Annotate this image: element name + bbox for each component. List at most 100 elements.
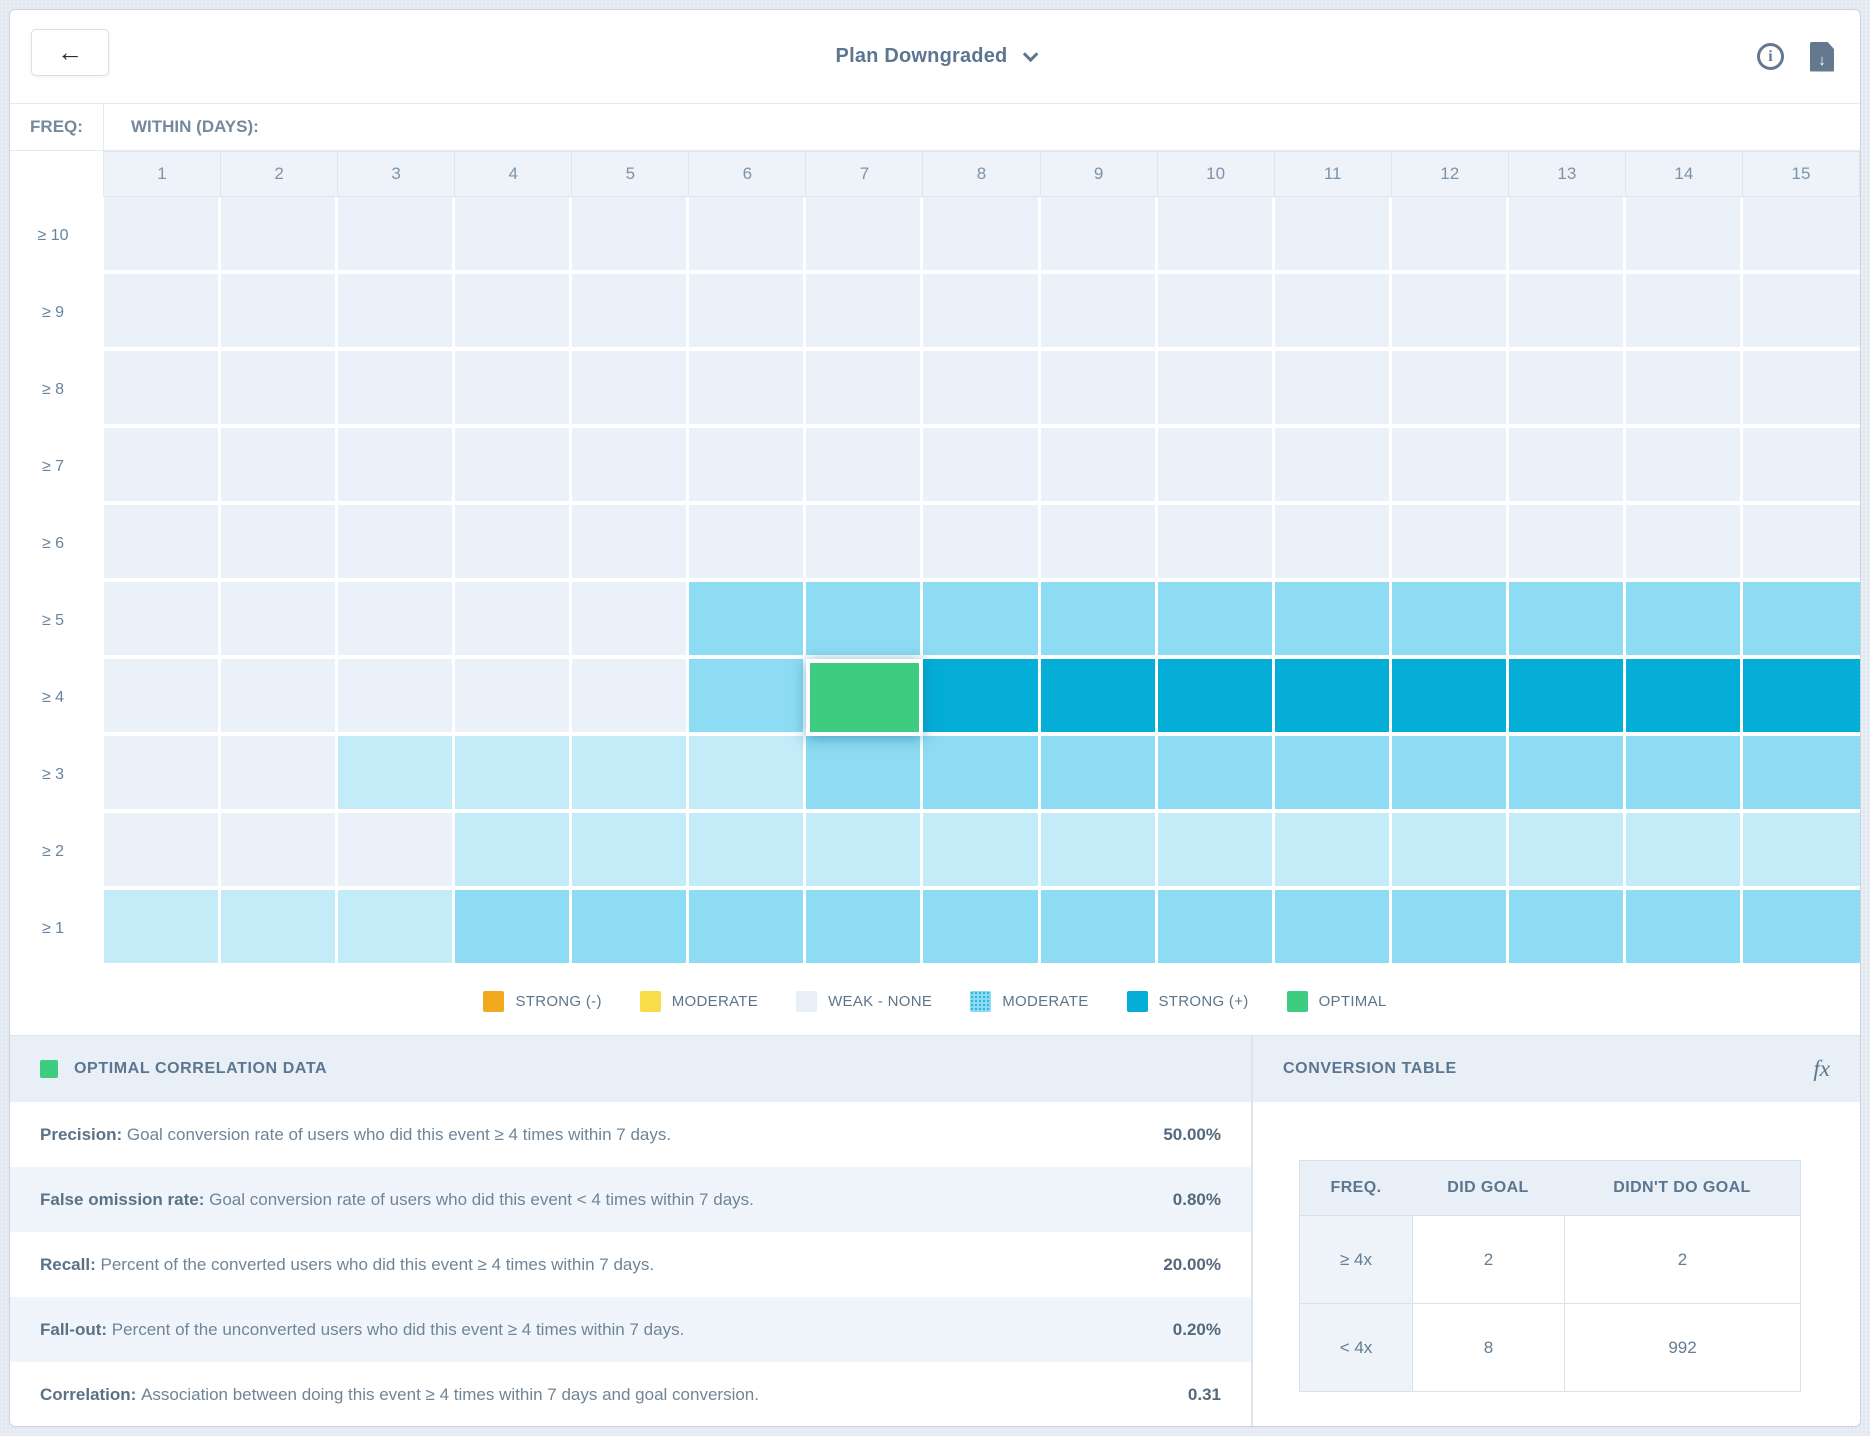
heatmap-cell[interactable] <box>689 736 806 813</box>
heatmap-cell[interactable] <box>806 197 923 274</box>
heatmap-cell[interactable] <box>1158 813 1275 890</box>
heatmap-cell[interactable] <box>455 274 572 351</box>
heatmap-cell[interactable] <box>455 582 572 659</box>
heatmap-cell[interactable] <box>338 351 455 428</box>
heatmap-cell[interactable] <box>923 813 1040 890</box>
heatmap-cell[interactable] <box>455 890 572 967</box>
heatmap-cell[interactable] <box>1275 890 1392 967</box>
heatmap-cell[interactable] <box>104 274 221 351</box>
heatmap-cell[interactable] <box>689 813 806 890</box>
heatmap-cell[interactable] <box>1626 428 1743 505</box>
heatmap-cell[interactable] <box>1509 582 1626 659</box>
heatmap-cell[interactable] <box>1275 197 1392 274</box>
heatmap-cell[interactable] <box>1626 813 1743 890</box>
heatmap-cell[interactable] <box>104 197 221 274</box>
heatmap-cell[interactable] <box>1041 351 1158 428</box>
heatmap-cell[interactable] <box>1626 736 1743 813</box>
heatmap-cell[interactable] <box>1392 274 1509 351</box>
heatmap-cell[interactable] <box>338 890 455 967</box>
heatmap-cell[interactable] <box>572 505 689 582</box>
heatmap-cell[interactable] <box>1743 582 1860 659</box>
heatmap-cell[interactable] <box>221 813 338 890</box>
heatmap-cell[interactable] <box>1392 351 1509 428</box>
heatmap-cell[interactable] <box>1509 197 1626 274</box>
heatmap-cell[interactable] <box>455 351 572 428</box>
heatmap-cell[interactable] <box>221 736 338 813</box>
heatmap-cell[interactable] <box>1509 659 1626 736</box>
heatmap-cell[interactable] <box>104 582 221 659</box>
heatmap-cell[interactable] <box>1626 582 1743 659</box>
heatmap-cell[interactable] <box>1041 736 1158 813</box>
heatmap-cell[interactable] <box>1392 197 1509 274</box>
heatmap-cell[interactable] <box>221 890 338 967</box>
heatmap-cell[interactable] <box>923 274 1040 351</box>
heatmap-cell[interactable] <box>1158 736 1275 813</box>
heatmap-cell[interactable] <box>1275 813 1392 890</box>
heatmap-cell[interactable] <box>806 736 923 813</box>
heatmap-cell[interactable] <box>1275 274 1392 351</box>
heatmap-cell[interactable] <box>923 197 1040 274</box>
heatmap-cell[interactable] <box>455 505 572 582</box>
heatmap-cell[interactable] <box>338 736 455 813</box>
heatmap-cell[interactable] <box>1743 197 1860 274</box>
heatmap-cell[interactable] <box>338 659 455 736</box>
heatmap-cell[interactable] <box>1509 813 1626 890</box>
heatmap-cell[interactable] <box>104 659 221 736</box>
heatmap-cell[interactable] <box>1158 274 1275 351</box>
heatmap-cell[interactable] <box>923 736 1040 813</box>
heatmap-cell[interactable] <box>104 351 221 428</box>
heatmap-cell[interactable] <box>1392 813 1509 890</box>
heatmap-cell[interactable] <box>923 351 1040 428</box>
heatmap-cell[interactable] <box>689 582 806 659</box>
heatmap-cell[interactable] <box>455 736 572 813</box>
heatmap-cell[interactable] <box>1392 890 1509 967</box>
heatmap-cell[interactable] <box>1626 505 1743 582</box>
info-icon[interactable]: i <box>1757 43 1784 70</box>
heatmap-cell[interactable] <box>1041 274 1158 351</box>
heatmap-cell[interactable] <box>689 351 806 428</box>
heatmap-cell[interactable] <box>806 890 923 967</box>
heatmap-cell[interactable] <box>1275 351 1392 428</box>
heatmap-cell[interactable] <box>1509 428 1626 505</box>
optimal-cell[interactable] <box>806 659 923 736</box>
heatmap-cell[interactable] <box>338 274 455 351</box>
heatmap-cell[interactable] <box>104 890 221 967</box>
heatmap-cell[interactable] <box>689 890 806 967</box>
formula-fx-icon[interactable]: fx <box>1813 1056 1830 1082</box>
heatmap-cell[interactable] <box>104 505 221 582</box>
heatmap-cell[interactable] <box>1626 659 1743 736</box>
heatmap-cell[interactable] <box>1743 428 1860 505</box>
heatmap-cell[interactable] <box>1275 428 1392 505</box>
heatmap-cell[interactable] <box>221 351 338 428</box>
heatmap-cell[interactable] <box>572 813 689 890</box>
back-button[interactable]: ← <box>31 29 109 76</box>
heatmap-cell[interactable] <box>1392 659 1509 736</box>
download-icon[interactable]: ↓ <box>1810 42 1834 72</box>
heatmap-cell[interactable] <box>806 274 923 351</box>
heatmap-cell[interactable] <box>572 659 689 736</box>
heatmap-cell[interactable] <box>1275 582 1392 659</box>
heatmap-cell[interactable] <box>923 890 1040 967</box>
heatmap-cell[interactable] <box>806 428 923 505</box>
heatmap-cell[interactable] <box>1509 505 1626 582</box>
heatmap-cell[interactable] <box>1041 890 1158 967</box>
heatmap-cell[interactable] <box>572 428 689 505</box>
heatmap-cell[interactable] <box>455 659 572 736</box>
heatmap-cell[interactable] <box>923 428 1040 505</box>
heatmap-cell[interactable] <box>1041 428 1158 505</box>
heatmap-cell[interactable] <box>689 659 806 736</box>
heatmap-cell[interactable] <box>1743 505 1860 582</box>
title-dropdown[interactable]: Plan Downgraded <box>836 45 1035 68</box>
heatmap-cell[interactable] <box>923 659 1040 736</box>
heatmap-cell[interactable] <box>689 505 806 582</box>
heatmap-cell[interactable] <box>221 582 338 659</box>
heatmap-cell[interactable] <box>1392 736 1509 813</box>
heatmap-cell[interactable] <box>1743 659 1860 736</box>
heatmap-cell[interactable] <box>221 659 338 736</box>
heatmap-cell[interactable] <box>1275 736 1392 813</box>
heatmap-cell[interactable] <box>689 274 806 351</box>
heatmap-cell[interactable] <box>1041 659 1158 736</box>
heatmap-cell[interactable] <box>1743 890 1860 967</box>
heatmap-cell[interactable] <box>221 197 338 274</box>
heatmap-cell[interactable] <box>689 197 806 274</box>
